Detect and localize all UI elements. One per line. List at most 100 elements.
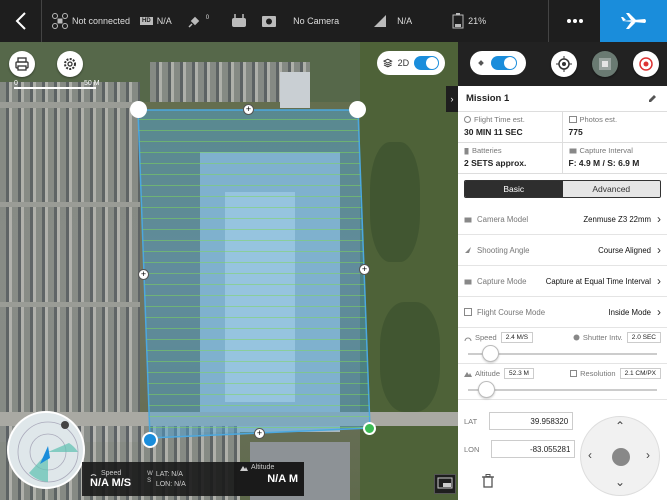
photos-label: Photos est. (579, 115, 618, 124)
batteries-value: 2 SETS approx. (464, 158, 527, 168)
scale-end: 50 M (84, 80, 100, 87)
batteries-label: Batteries (472, 146, 502, 155)
compass-w: W (147, 470, 153, 477)
arrow-left-icon[interactable]: ‹ (588, 448, 592, 462)
camera-model-value: Zenmuse Z3 22mm (583, 214, 651, 224)
photo-icon (568, 116, 577, 123)
camera-status: No Camera (261, 14, 339, 28)
shooting-angle-row[interactable]: Shooting Angle Course Aligned › (458, 235, 667, 266)
map-mode-switch[interactable] (414, 56, 439, 70)
chevron-left-icon (15, 12, 26, 30)
shutter-value: 2.0 SEC (626, 332, 661, 343)
capture-interval-label: Capture Interval (579, 146, 633, 155)
capture-mode-row[interactable]: Capture Mode Capture at Equal Time Inter… (458, 266, 667, 297)
resolution-icon (570, 370, 578, 377)
gps-toggle[interactable] (470, 51, 526, 75)
speed-block: Speed 2.4 M/S Shutter Intv. 2.0 SEC (458, 328, 667, 364)
camera-icon (262, 16, 277, 27)
end-point-marker[interactable] (363, 422, 376, 435)
battery-status: 21% (452, 13, 486, 29)
edit-pencil-icon[interactable] (648, 94, 657, 103)
speed-slider[interactable] (464, 343, 661, 363)
image-transmission-icon (374, 15, 387, 27)
compass-radar (7, 411, 85, 489)
battery-icon (452, 13, 464, 29)
resolution-value: 2.1 CM/PX (619, 368, 661, 379)
settings-button[interactable] (57, 51, 83, 77)
satellite-status: 0 (188, 14, 209, 28)
drone-icon (52, 13, 68, 29)
signal-status: N/A (373, 14, 412, 28)
flight-course-mode-row[interactable]: Flight Course Mode Inside Mode › (458, 297, 667, 328)
satellite-icon (478, 60, 484, 66)
corner-handle[interactable] (349, 101, 366, 118)
map-mode-toggle[interactable]: 2D (377, 51, 445, 75)
camera-model-label: Camera Model (477, 214, 529, 224)
gps-switch[interactable] (491, 56, 517, 70)
back-button[interactable] (0, 0, 42, 42)
arrow-down-icon[interactable]: ⌄ (615, 475, 625, 489)
speed-label: Speed (475, 333, 497, 342)
add-point-handle[interactable]: + (138, 269, 149, 280)
chevron-right-icon: › (657, 212, 661, 226)
altitude-knob[interactable] (478, 381, 495, 398)
speed-icon (464, 337, 472, 341)
layers-icon (383, 58, 393, 68)
trash-icon[interactable] (482, 474, 494, 488)
lat-row: LAT (458, 409, 578, 433)
map-type-button[interactable] (592, 51, 618, 77)
map-thumbnail-icon (599, 58, 611, 70)
lon-input[interactable] (491, 440, 576, 458)
panel-collapse-button[interactable]: › (446, 86, 458, 112)
clear-route-button[interactable] (633, 51, 659, 77)
start-point-marker[interactable] (142, 432, 158, 448)
hud-altitude: Altitude N/A M (234, 462, 304, 496)
resolution-label: Resolution (580, 369, 616, 378)
speed-icon (90, 473, 97, 476)
center-button[interactable] (612, 448, 630, 466)
hud-speed: Speed N/A M/S (82, 470, 139, 489)
direction-pad[interactable]: ⌃ ‹ › ⌄ (580, 416, 660, 496)
hd-status: HD N/A (140, 16, 172, 26)
arrow-right-icon[interactable]: › (646, 448, 650, 462)
printer-icon (15, 57, 29, 71)
more-menu-button[interactable] (548, 0, 600, 42)
tab-advanced[interactable]: Advanced (562, 181, 660, 197)
battery-icon (464, 147, 469, 154)
mission-list-button[interactable] (9, 51, 35, 77)
arrow-up-icon[interactable]: ⌃ (615, 419, 625, 433)
add-point-handle[interactable]: + (254, 428, 265, 439)
lon-row: LON (458, 437, 578, 461)
hud-speed-value: N/A M/S (90, 476, 132, 489)
flight-time-value: 30 MIN 11 SEC (464, 127, 523, 137)
target-icon (639, 57, 653, 71)
corner-handle[interactable] (130, 101, 147, 118)
capture-mode-label: Capture Mode (477, 276, 527, 286)
flight-course-mode-label: Flight Course Mode (477, 307, 546, 317)
add-point-handle[interactable]: + (359, 264, 370, 275)
hud-position: W S LAT: N/A LON: N/A (139, 471, 194, 488)
shooting-angle-label: Shooting Angle (477, 245, 530, 255)
fly-button[interactable] (600, 0, 667, 42)
add-point-handle[interactable]: + (243, 104, 254, 115)
remote-status (231, 14, 247, 28)
shutter-icon (573, 334, 580, 341)
flight-path-lines (138, 110, 370, 438)
compass-s: S (147, 477, 152, 484)
hud-altitude-value: N/A M (267, 473, 298, 485)
top-status-bar: Not connected HD N/A 0 No Camera N/A 21% (0, 0, 667, 42)
lat-label: LAT (464, 416, 478, 426)
lat-input[interactable] (489, 412, 574, 430)
camera-view-toggle[interactable] (434, 474, 456, 494)
chevron-right-icon: › (657, 243, 661, 257)
tab-basic[interactable]: Basic (465, 181, 563, 197)
chevron-right-icon: › (657, 274, 661, 288)
speed-knob[interactable] (482, 345, 499, 362)
hud-lon: LON: N/A (155, 480, 186, 488)
locate-button[interactable] (551, 51, 577, 77)
altitude-slider[interactable] (464, 379, 661, 399)
hud-altitude-label: Altitude (251, 464, 275, 471)
altitude-value: 52.3 M (504, 368, 534, 379)
camera-model-row[interactable]: Camera Model Zenmuse Z3 22mm › (458, 204, 667, 235)
mission-title: Mission 1 (466, 93, 510, 104)
